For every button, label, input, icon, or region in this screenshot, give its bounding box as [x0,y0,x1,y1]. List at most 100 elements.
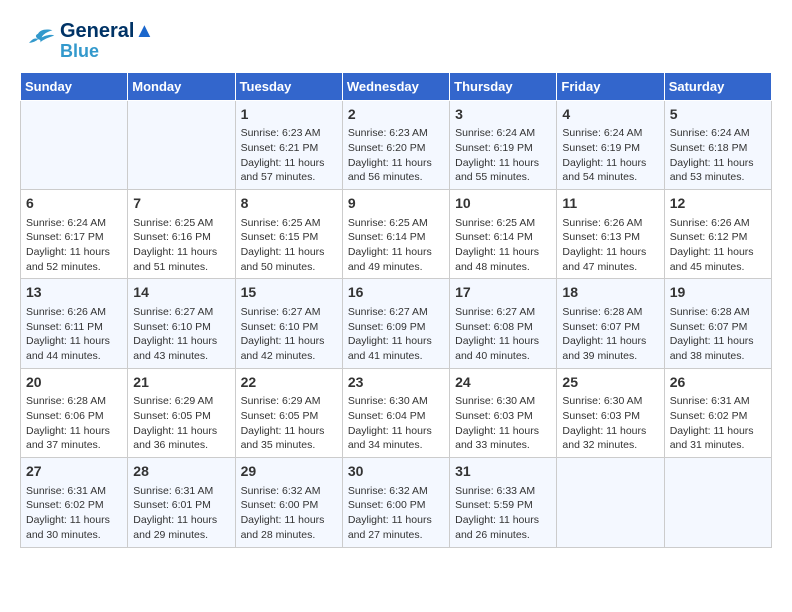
cell-content: Sunrise: 6:31 AMSunset: 6:01 PMDaylight:… [133,484,229,543]
cell-content: Sunrise: 6:28 AMSunset: 6:06 PMDaylight:… [26,394,122,453]
calendar-cell: 14Sunrise: 6:27 AMSunset: 6:10 PMDayligh… [128,279,235,368]
calendar-cell: 8Sunrise: 6:25 AMSunset: 6:15 PMDaylight… [235,190,342,279]
cell-content: Sunrise: 6:25 AMSunset: 6:14 PMDaylight:… [455,216,551,275]
calendar-cell: 23Sunrise: 6:30 AMSunset: 6:04 PMDayligh… [342,368,449,457]
cell-content: Sunrise: 6:24 AMSunset: 6:19 PMDaylight:… [455,126,551,185]
calendar-cell [128,100,235,189]
day-number: 12 [670,194,766,214]
day-header-saturday: Saturday [664,72,771,100]
calendar-cell: 10Sunrise: 6:25 AMSunset: 6:14 PMDayligh… [450,190,557,279]
day-number: 31 [455,462,551,482]
cell-content: Sunrise: 6:27 AMSunset: 6:08 PMDaylight:… [455,305,551,364]
cell-content: Sunrise: 6:25 AMSunset: 6:14 PMDaylight:… [348,216,444,275]
day-number: 20 [26,373,122,393]
calendar-cell: 15Sunrise: 6:27 AMSunset: 6:10 PMDayligh… [235,279,342,368]
logo: General▲ Blue [20,20,154,62]
day-number: 8 [241,194,337,214]
day-header-tuesday: Tuesday [235,72,342,100]
day-number: 28 [133,462,229,482]
cell-content: Sunrise: 6:31 AMSunset: 6:02 PMDaylight:… [670,394,766,453]
calendar-cell: 30Sunrise: 6:32 AMSunset: 6:00 PMDayligh… [342,458,449,547]
calendar-cell: 29Sunrise: 6:32 AMSunset: 6:00 PMDayligh… [235,458,342,547]
day-number: 24 [455,373,551,393]
calendar-cell: 19Sunrise: 6:28 AMSunset: 6:07 PMDayligh… [664,279,771,368]
day-number: 22 [241,373,337,393]
day-header-friday: Friday [557,72,664,100]
calendar-cell: 4Sunrise: 6:24 AMSunset: 6:19 PMDaylight… [557,100,664,189]
calendar-cell: 28Sunrise: 6:31 AMSunset: 6:01 PMDayligh… [128,458,235,547]
cell-content: Sunrise: 6:24 AMSunset: 6:17 PMDaylight:… [26,216,122,275]
calendar-cell: 12Sunrise: 6:26 AMSunset: 6:12 PMDayligh… [664,190,771,279]
day-number: 10 [455,194,551,214]
day-number: 26 [670,373,766,393]
day-number: 7 [133,194,229,214]
cell-content: Sunrise: 6:27 AMSunset: 6:10 PMDaylight:… [241,305,337,364]
cell-content: Sunrise: 6:31 AMSunset: 6:02 PMDaylight:… [26,484,122,543]
cell-content: Sunrise: 6:24 AMSunset: 6:19 PMDaylight:… [562,126,658,185]
logo-text: General▲ Blue [60,20,154,62]
calendar-cell [664,458,771,547]
calendar-cell [557,458,664,547]
cell-content: Sunrise: 6:30 AMSunset: 6:03 PMDaylight:… [455,394,551,453]
calendar-cell: 18Sunrise: 6:28 AMSunset: 6:07 PMDayligh… [557,279,664,368]
calendar-cell: 11Sunrise: 6:26 AMSunset: 6:13 PMDayligh… [557,190,664,279]
calendar-cell: 2Sunrise: 6:23 AMSunset: 6:20 PMDaylight… [342,100,449,189]
day-number: 3 [455,105,551,125]
day-number: 30 [348,462,444,482]
logo-icon [20,26,56,56]
day-number: 1 [241,105,337,125]
cell-content: Sunrise: 6:32 AMSunset: 6:00 PMDaylight:… [241,484,337,543]
calendar-header: SundayMondayTuesdayWednesdayThursdayFrid… [21,72,772,100]
day-number: 13 [26,283,122,303]
day-number: 29 [241,462,337,482]
calendar-table: SundayMondayTuesdayWednesdayThursdayFrid… [20,72,772,548]
cell-content: Sunrise: 6:25 AMSunset: 6:15 PMDaylight:… [241,216,337,275]
day-number: 19 [670,283,766,303]
day-number: 17 [455,283,551,303]
calendar-cell: 3Sunrise: 6:24 AMSunset: 6:19 PMDaylight… [450,100,557,189]
calendar-cell: 27Sunrise: 6:31 AMSunset: 6:02 PMDayligh… [21,458,128,547]
day-number: 15 [241,283,337,303]
day-number: 6 [26,194,122,214]
cell-content: Sunrise: 6:30 AMSunset: 6:03 PMDaylight:… [562,394,658,453]
calendar-cell: 5Sunrise: 6:24 AMSunset: 6:18 PMDaylight… [664,100,771,189]
day-header-wednesday: Wednesday [342,72,449,100]
cell-content: Sunrise: 6:26 AMSunset: 6:13 PMDaylight:… [562,216,658,275]
page-header: General▲ Blue [20,20,772,62]
calendar-cell: 22Sunrise: 6:29 AMSunset: 6:05 PMDayligh… [235,368,342,457]
day-number: 25 [562,373,658,393]
day-number: 4 [562,105,658,125]
cell-content: Sunrise: 6:28 AMSunset: 6:07 PMDaylight:… [562,305,658,364]
calendar-cell: 6Sunrise: 6:24 AMSunset: 6:17 PMDaylight… [21,190,128,279]
day-number: 18 [562,283,658,303]
cell-content: Sunrise: 6:30 AMSunset: 6:04 PMDaylight:… [348,394,444,453]
calendar-week-3: 13Sunrise: 6:26 AMSunset: 6:11 PMDayligh… [21,279,772,368]
day-number: 14 [133,283,229,303]
calendar-cell: 17Sunrise: 6:27 AMSunset: 6:08 PMDayligh… [450,279,557,368]
calendar-cell: 26Sunrise: 6:31 AMSunset: 6:02 PMDayligh… [664,368,771,457]
calendar-week-4: 20Sunrise: 6:28 AMSunset: 6:06 PMDayligh… [21,368,772,457]
calendar-cell: 16Sunrise: 6:27 AMSunset: 6:09 PMDayligh… [342,279,449,368]
calendar-week-5: 27Sunrise: 6:31 AMSunset: 6:02 PMDayligh… [21,458,772,547]
day-number: 23 [348,373,444,393]
day-number: 5 [670,105,766,125]
day-number: 27 [26,462,122,482]
cell-content: Sunrise: 6:32 AMSunset: 6:00 PMDaylight:… [348,484,444,543]
calendar-cell: 1Sunrise: 6:23 AMSunset: 6:21 PMDaylight… [235,100,342,189]
day-number: 11 [562,194,658,214]
day-number: 21 [133,373,229,393]
day-header-thursday: Thursday [450,72,557,100]
cell-content: Sunrise: 6:25 AMSunset: 6:16 PMDaylight:… [133,216,229,275]
calendar-cell: 9Sunrise: 6:25 AMSunset: 6:14 PMDaylight… [342,190,449,279]
cell-content: Sunrise: 6:24 AMSunset: 6:18 PMDaylight:… [670,126,766,185]
day-header-monday: Monday [128,72,235,100]
day-number: 16 [348,283,444,303]
cell-content: Sunrise: 6:29 AMSunset: 6:05 PMDaylight:… [241,394,337,453]
cell-content: Sunrise: 6:28 AMSunset: 6:07 PMDaylight:… [670,305,766,364]
cell-content: Sunrise: 6:26 AMSunset: 6:12 PMDaylight:… [670,216,766,275]
calendar-week-2: 6Sunrise: 6:24 AMSunset: 6:17 PMDaylight… [21,190,772,279]
day-header-sunday: Sunday [21,72,128,100]
cell-content: Sunrise: 6:33 AMSunset: 5:59 PMDaylight:… [455,484,551,543]
calendar-cell: 25Sunrise: 6:30 AMSunset: 6:03 PMDayligh… [557,368,664,457]
cell-content: Sunrise: 6:23 AMSunset: 6:21 PMDaylight:… [241,126,337,185]
